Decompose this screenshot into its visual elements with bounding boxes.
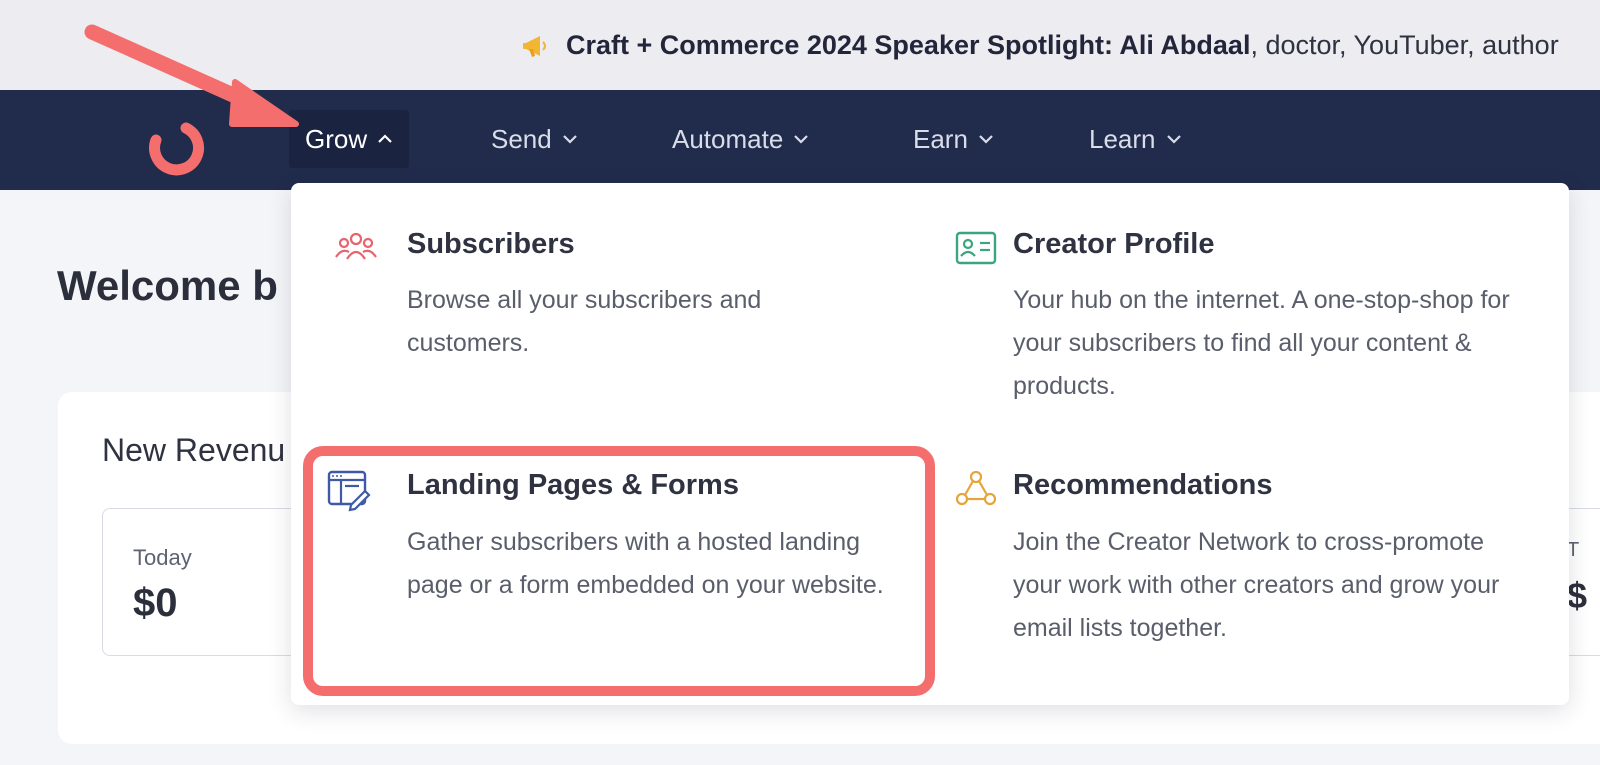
menu-item-subscribers[interactable]: Subscribers Browse all your subscribers … — [291, 183, 911, 423]
network-icon — [955, 470, 997, 506]
page-title: Welcome b — [57, 262, 278, 309]
highlight-box-annotation — [303, 446, 935, 696]
megaphone-icon — [523, 35, 546, 57]
chevron-up-icon — [378, 134, 392, 143]
stat-value: $0 — [133, 581, 178, 625]
nav-earn[interactable]: Earn — [913, 110, 994, 168]
nav-send-label: Send — [491, 123, 552, 154]
chevron-down-icon — [1166, 135, 1181, 144]
revenue-card-title: New Revenu — [102, 432, 286, 468]
announcement-title[interactable]: Craft + Commerce 2024 Speaker Spotlight:… — [566, 30, 1250, 61]
nav-automate[interactable]: Automate — [672, 110, 809, 168]
stat-value: $ — [1567, 575, 1588, 616]
announcement-text: , doctor, YouTuber, author — [1250, 30, 1559, 60]
profile-card-icon — [955, 231, 997, 265]
nav-learn[interactable]: Learn — [1089, 110, 1182, 168]
nav-earn-label: Earn — [913, 123, 968, 154]
chevron-down-icon — [979, 135, 993, 144]
nav-automate-label: Automate — [672, 123, 784, 154]
menu-item-title: Subscribers — [407, 228, 575, 260]
nav-send[interactable]: Send — [491, 110, 578, 168]
chevron-down-icon — [562, 135, 577, 144]
menu-item-recommendations[interactable]: Recommendations Join the Creator Network… — [911, 433, 1569, 703]
menu-item-description: Browse all your subscribers and customer… — [407, 286, 762, 357]
menu-item-creator-profile[interactable]: Creator Profile Your hub on the internet… — [911, 183, 1569, 423]
stat-label: Today — [133, 545, 192, 570]
nav-learn-label: Learn — [1089, 123, 1156, 154]
menu-item-title: Creator Profile — [1013, 228, 1215, 260]
menu-item-description: Join the Creator Network to cross-promot… — [1013, 528, 1500, 642]
menu-item-title: Recommendations — [1013, 469, 1273, 501]
menu-item-description: Your hub on the internet. A one-stop-sho… — [1013, 286, 1510, 400]
chevron-down-icon — [794, 135, 809, 144]
users-icon — [335, 232, 377, 260]
arrow-annotation — [84, 24, 299, 127]
